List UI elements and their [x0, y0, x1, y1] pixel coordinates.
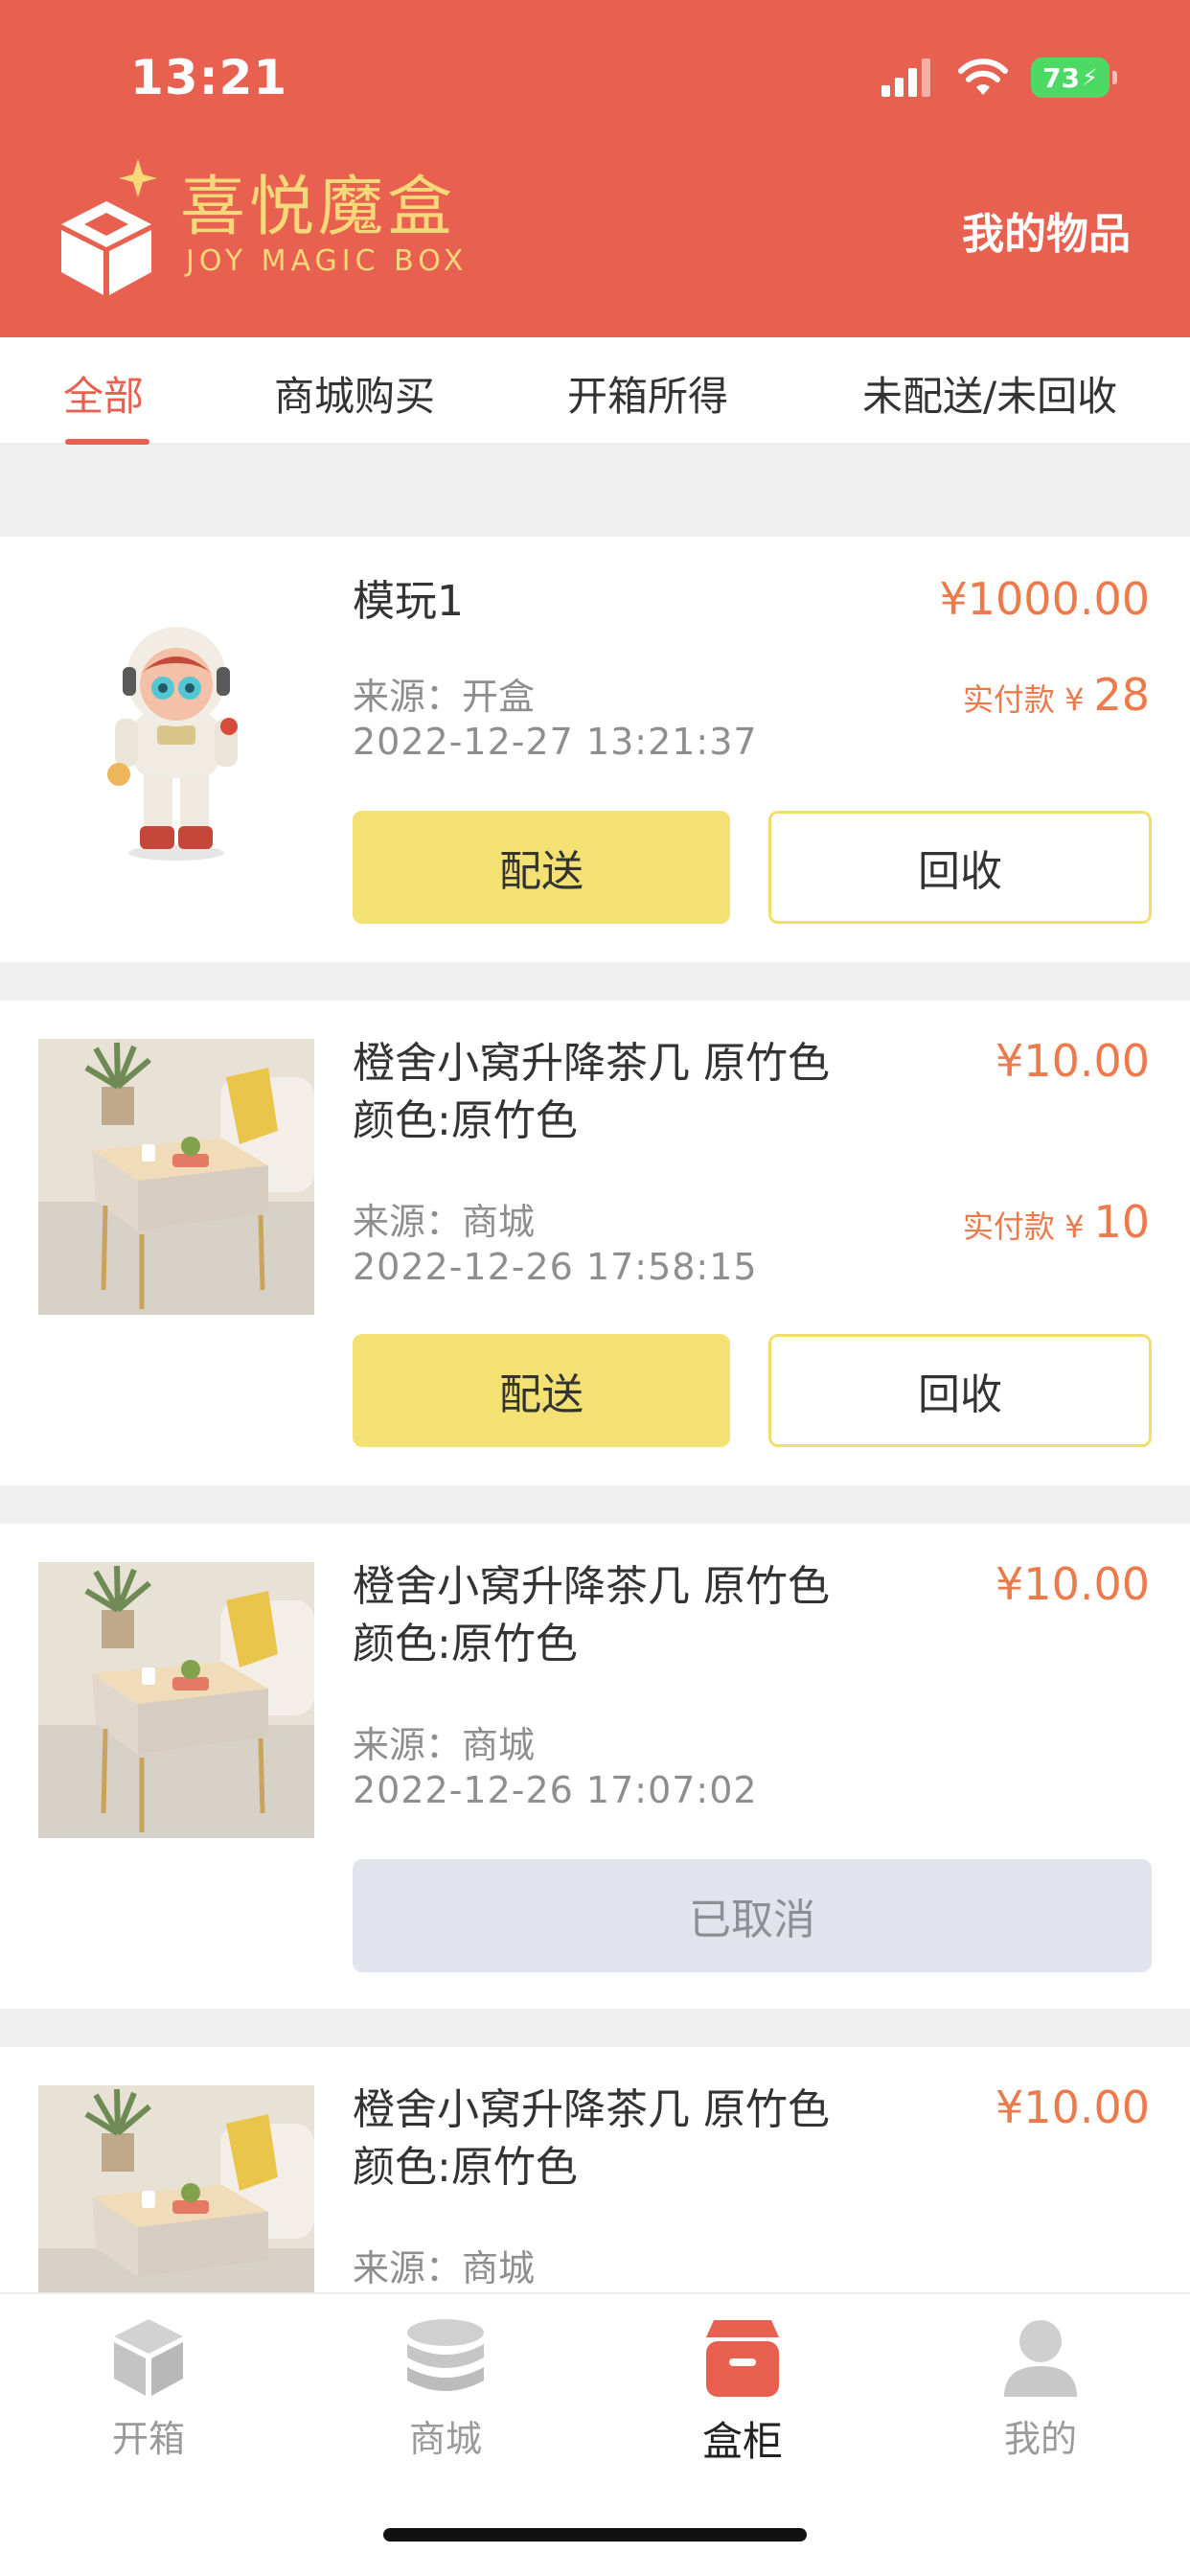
logo-title: 喜悦魔盒: [180, 170, 457, 245]
item-title: 橙舍小窝升降茶几 原竹色: [353, 1039, 830, 1088]
paid-label: 实付款 ¥: [962, 681, 1085, 718]
item-card: 模玩1 ¥1000.00 来源：开盒 2022-12-27 13:21:37 实…: [0, 537, 1190, 962]
nav-label: 盒柜: [701, 2418, 783, 2465]
item-price: ¥10.00: [995, 1558, 1150, 1610]
status-icons: 73 ⚡: [881, 58, 1117, 98]
item-source: 来源：商城: [353, 1201, 536, 1243]
tab-unboxed[interactable]: 开箱所得: [567, 364, 728, 423]
status-time: 13:21: [130, 50, 288, 105]
item-date: 2022-12-26 17:07:02: [353, 1769, 758, 1811]
app-logo: 喜悦魔盒 JOY MAGIC BOX: [54, 153, 468, 297]
cabinet-icon: [647, 2312, 838, 2404]
magic-box-logo-icon: [61, 159, 157, 295]
item-card: 橙舍小窝升降茶几 原竹色 颜色:原竹色 ¥10.00 来源：商城 2022-12…: [0, 1524, 1190, 2009]
nav-label: 我的: [1003, 2418, 1077, 2460]
item-price: ¥1000.00: [939, 573, 1151, 625]
item-image-astronaut-figure[interactable]: [38, 596, 314, 872]
item-date: 2022-12-27 13:21:37: [353, 721, 758, 763]
signal-icon: [881, 58, 930, 97]
logo-subtitle: JOY MAGIC BOX: [186, 244, 469, 278]
item-title: 橙舍小窝升降茶几 原竹色: [353, 1562, 830, 1611]
filter-tabs: 全部 商城购买 开箱所得 未配送/未回收: [0, 337, 1190, 445]
item-source: 来源：商城: [353, 2247, 536, 2289]
nav-mine[interactable]: 我的: [945, 2312, 1136, 2462]
coins-icon: [350, 2312, 541, 2404]
item-price: ¥10.00: [995, 2082, 1150, 2133]
tab-mall-purchase[interactable]: 商城购买: [274, 364, 435, 423]
item-image-coffee-table[interactable]: [38, 1039, 314, 1315]
page-title: 我的物品: [962, 210, 1131, 259]
deliver-button[interactable]: 配送: [353, 1334, 730, 1447]
item-paid-amount: 实付款 ¥ 28: [963, 669, 1150, 721]
nav-cabinet[interactable]: 盒柜: [647, 2312, 838, 2468]
cube-icon: [53, 2312, 244, 2404]
item-title: 模玩1: [353, 577, 464, 626]
nav-open-box[interactable]: 开箱: [53, 2312, 244, 2462]
battery-level: 73: [1042, 61, 1081, 94]
home-indicator[interactable]: [383, 2528, 807, 2542]
nav-mall[interactable]: 商城: [350, 2312, 541, 2462]
item-paid-amount: 实付款 ¥ 10: [963, 1196, 1150, 1248]
recycle-button[interactable]: 回收: [768, 811, 1152, 924]
tab-undelivered[interactable]: 未配送/未回收: [862, 364, 1117, 423]
item-image-coffee-table[interactable]: [38, 1562, 314, 1838]
item-price: ¥10.00: [995, 1035, 1150, 1087]
item-date: 2022-12-26 17:58:15: [353, 1246, 758, 1288]
item-source: 来源：商城: [353, 1724, 536, 1766]
deliver-button[interactable]: 配送: [353, 811, 730, 924]
nav-label: 开箱: [111, 2418, 185, 2460]
charging-icon: ⚡: [1082, 64, 1098, 91]
item-spec: 颜色:原竹色: [353, 2143, 578, 2192]
paid-value: 28: [1093, 669, 1150, 721]
cancelled-status-button: 已取消: [353, 1859, 1152, 1972]
app-header: 13:21 73 ⚡ 喜悦魔盒 JOY MAGIC BOX 我的物品: [0, 0, 1190, 337]
item-spec: 颜色:原竹色: [353, 1096, 578, 1145]
item-card: 橙舍小窝升降茶几 原竹色 颜色:原竹色 ¥10.00 来源：商城 2022-12…: [0, 1000, 1190, 1485]
paid-value: 10: [1093, 1196, 1150, 1248]
wifi-icon: [958, 58, 1008, 95]
tab-all[interactable]: 全部: [63, 364, 144, 423]
tab-active-indicator: [65, 439, 149, 445]
battery-icon: 73 ⚡: [1031, 58, 1117, 98]
recycle-button[interactable]: 回收: [768, 1334, 1152, 1447]
nav-label: 商城: [408, 2418, 482, 2460]
item-title: 橙舍小窝升降茶几 原竹色: [353, 2085, 830, 2134]
item-card: 橙舍小窝升降茶几 原竹色 颜色:原竹色 ¥10.00 来源：商城: [0, 2047, 1190, 2361]
item-source: 来源：开盒: [353, 676, 536, 718]
user-icon: [945, 2312, 1136, 2404]
item-spec: 颜色:原竹色: [353, 1620, 578, 1668]
paid-label: 实付款 ¥: [962, 1208, 1085, 1245]
